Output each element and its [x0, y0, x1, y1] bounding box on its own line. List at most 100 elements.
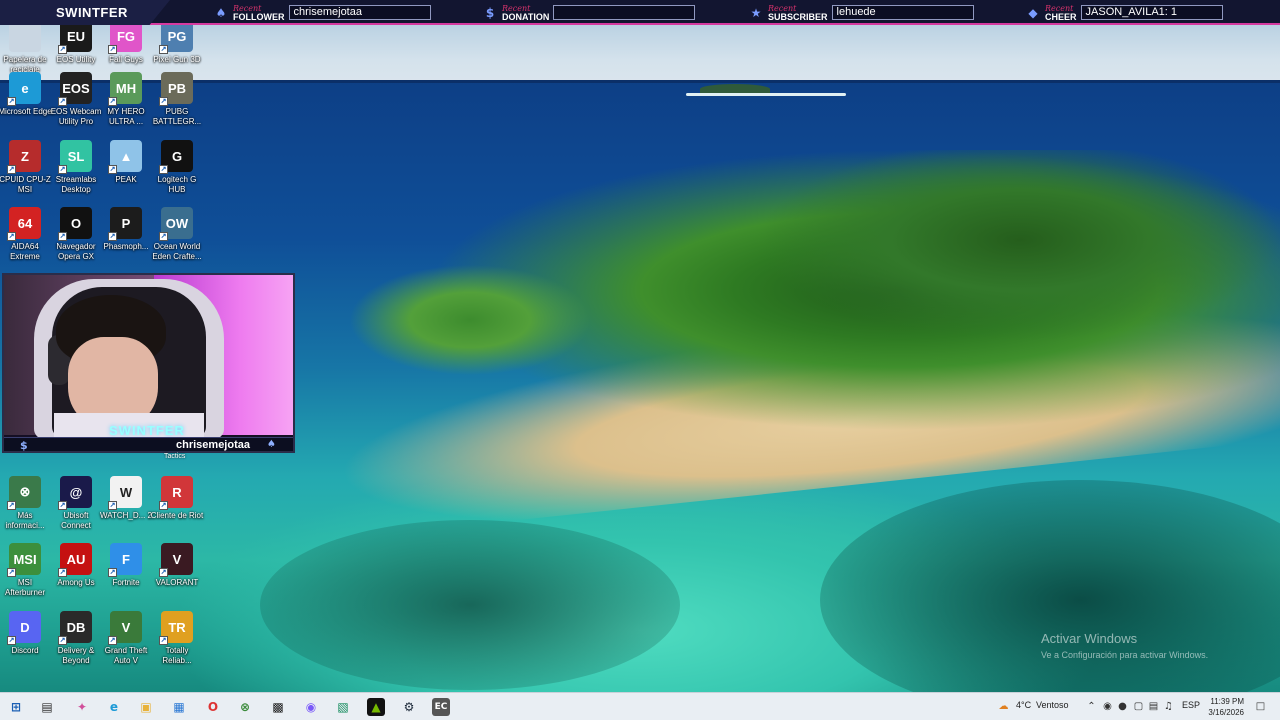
desktop-icon-logitech[interactable]: G ↗ Logitech G HUB	[152, 140, 202, 195]
among-us-icon: AU ↗	[58, 543, 92, 577]
desktop-icon-opera-gx[interactable]: O ↗ Navegador Opera GX	[51, 207, 101, 262]
desktop-icon-ocean-world[interactable]: OW ↗ Ocean World Eden Crafte...	[152, 207, 202, 262]
delivery-icon: DB ↗	[58, 611, 92, 645]
desktop-icon-valorant[interactable]: V ↗ VALORANT	[152, 543, 202, 588]
xbox-icon[interactable]: ⊗	[236, 698, 254, 716]
notification-icon[interactable]: □	[1255, 701, 1266, 712]
fortnite-icon: F ↗	[108, 543, 142, 577]
opera-gx-icon[interactable]: O	[204, 698, 222, 716]
desktop-icon-label: Fall Guys	[109, 55, 143, 64]
language-indicator[interactable]: ESP	[1182, 700, 1200, 710]
weather-desc[interactable]: Ventoso	[1036, 700, 1069, 710]
shortcut-arrow-icon: ↗	[108, 45, 117, 54]
chevron-up-icon[interactable]: ⌃	[1086, 701, 1097, 712]
desktop-icon-label: Ubisoft Connect	[61, 511, 91, 530]
shortcut-arrow-icon: ↗	[58, 97, 67, 106]
desktop-icon-label: Ocean World Eden Crafte...	[152, 242, 202, 261]
desktop-icon-riot[interactable]: R ↗ Cliente de Riot	[151, 476, 203, 521]
eos-tray-icon[interactable]: ◉	[1102, 701, 1113, 712]
desktop-icon-label: Logitech G HUB	[157, 175, 197, 194]
desktop-icon-msi-afterburner[interactable]: MSI ↗ MSI Afterburner	[0, 543, 50, 598]
desktop-icon-eos-utility[interactable]: EU ↗ EOS Utility	[51, 20, 101, 65]
activate-windows-watermark: Activar Windows Ve a Configuración para …	[1041, 631, 1209, 660]
shortcut-arrow-icon: ↗	[108, 636, 117, 645]
phasmophobia-icon: P ↗	[108, 207, 142, 241]
desktop-icon-label: Among Us	[57, 578, 95, 587]
task-view-button[interactable]: ▤	[38, 698, 56, 716]
shortcut-arrow-icon: ↗	[7, 232, 16, 241]
desktop-icon-label: PUBG BATTLEGR...	[152, 107, 202, 126]
desktop-icon-fortnite[interactable]: F ↗ Fortnite	[101, 543, 151, 588]
desktop-icon-streamlabs[interactable]: SL ↗ Streamlabs Desktop	[51, 140, 101, 195]
desktop-icon-aida64[interactable]: 64 ↗ AIDA64 Extreme	[0, 207, 50, 262]
microphone-icon[interactable]: ●	[1117, 701, 1128, 712]
desktop-icon-totally-reliable[interactable]: TR ↗ Totally Reliab...	[152, 611, 202, 666]
msi-afterburner-icon: MSI ↗	[7, 543, 41, 577]
desktop-icon-discord[interactable]: D ↗ Discord	[0, 611, 50, 656]
desktop-icon-recycle-bin[interactable]: Papelera de reciclaje	[0, 20, 50, 75]
store-icon[interactable]: ▦	[170, 698, 188, 716]
weather-icon[interactable]: ☁	[998, 701, 1009, 712]
gta-icon: V ↗	[108, 611, 142, 645]
totally-reliable-icon: TR ↗	[159, 611, 193, 645]
desktop-icon-watch-dogs[interactable]: W ↗ WATCH_D... 2	[100, 476, 152, 521]
network-icon[interactable]: ▤	[1148, 701, 1159, 712]
shortcut-arrow-icon: ↗	[7, 568, 16, 577]
peak-icon: ▲ ↗	[108, 140, 142, 174]
watch-dogs-icon: W ↗	[108, 476, 142, 510]
terminal-icon[interactable]: ▧	[334, 698, 352, 716]
desktop-icon-label: Totally Reliab...	[162, 646, 192, 665]
volume-icon[interactable]: ♫	[1163, 701, 1174, 712]
display-icon[interactable]: ▢	[1133, 701, 1144, 712]
desktop-icon-fall-guys[interactable]: FG ↗ Fall Guys	[101, 20, 151, 65]
taskbar: ⊞ ▤ ✦ e ▣ ▦ O ⊗ ▩ ◉ ▧ ▲ ⚙ EC ☁ 4°C Vento…	[0, 692, 1280, 720]
recent-donation-value	[553, 5, 696, 20]
shortcut-arrow-icon: ↗	[159, 636, 168, 645]
desktop-icon-label: MSI Afterburner	[4, 578, 46, 597]
taskbar-clock[interactable]: 11:39 PM 3/16/2026	[1202, 696, 1244, 718]
shortcut-arrow-icon: ↗	[58, 568, 67, 577]
copilot-icon[interactable]: ✦	[73, 698, 91, 716]
desktop-icon-label: Microsoft Edge	[0, 107, 52, 116]
ocean-world-icon: OW ↗	[159, 207, 193, 241]
pubg-icon: PB ↗	[159, 72, 193, 106]
shortcut-arrow-icon: ↗	[159, 232, 168, 241]
file-explorer-icon[interactable]: ▣	[137, 698, 155, 716]
desktop-icon-cpuz[interactable]: Z ↗ CPUID CPU-Z MSI	[0, 140, 51, 195]
desktop-icon-phasmophobia[interactable]: P ↗ Phasmoph...	[101, 207, 151, 252]
shortcut-arrow-icon: ↗	[58, 165, 67, 174]
partial-icon-label: Tactics	[164, 453, 186, 460]
desktop-icon-xbox[interactable]: ⊗ ↗ Más informaci...	[0, 476, 50, 531]
desktop-icon-pubg[interactable]: PB ↗ PUBG BATTLEGR...	[152, 72, 202, 127]
desktop-icon-label: Navegador Opera GX	[56, 242, 96, 261]
recent-subscriber: ★ Recent SUBSCRIBER lehuede	[749, 0, 974, 25]
shortcut-arrow-icon: ↗	[159, 165, 168, 174]
desktop-icon-label: EOS Utility	[56, 55, 96, 64]
shortcut-arrow-icon: ↗	[108, 501, 117, 510]
weather-temp[interactable]: 4°C	[1016, 700, 1031, 710]
nvidia-icon[interactable]: ▲	[367, 698, 385, 716]
star-icon: ★	[750, 5, 762, 20]
steam-icon[interactable]: ⚙	[400, 698, 418, 716]
eos-icon[interactable]: EC	[432, 698, 450, 716]
recent-donation: $ Recent DONATION	[483, 0, 696, 25]
shortcut-arrow-icon: ↗	[58, 232, 67, 241]
ubisoft-icon: @ ↗	[58, 476, 92, 510]
desktop-icon-edge[interactable]: e ↗ Microsoft Edge	[0, 72, 52, 117]
clock-date: 3/16/2026	[1208, 708, 1244, 717]
desktop-icon-gta[interactable]: V ↗ Grand Theft Auto V	[101, 611, 151, 666]
desktop-icon-peak[interactable]: ▲ ↗ PEAK	[101, 140, 151, 185]
edge-icon[interactable]: e	[105, 698, 123, 716]
desktop-icon-ubisoft[interactable]: @ ↗ Ubisoft Connect	[51, 476, 101, 531]
discord-icon[interactable]: ◉	[302, 698, 320, 716]
desktop-icon-pixel-gun[interactable]: PG ↗ Pixel Gun 3D	[152, 20, 202, 65]
desktop-icon-delivery[interactable]: DB ↗ Delivery & Beyond	[51, 611, 101, 666]
desktop-icon-among-us[interactable]: AU ↗ Among Us	[51, 543, 101, 588]
eos-webcam-icon: EOS ↗	[58, 72, 92, 106]
webcam-username: chrisemejotaa	[176, 439, 250, 451]
start-button[interactable]: ⊞	[7, 698, 25, 716]
desktop-icon-label: Streamlabs Desktop	[55, 175, 97, 194]
streamlabs-icon[interactable]: ▩	[269, 698, 287, 716]
desktop-icon-my-hero[interactable]: MH ↗ MY HERO ULTRA ...	[101, 72, 151, 127]
desktop-icon-eos-webcam[interactable]: EOS ↗ EOS Webcam Utility Pro	[51, 72, 101, 127]
